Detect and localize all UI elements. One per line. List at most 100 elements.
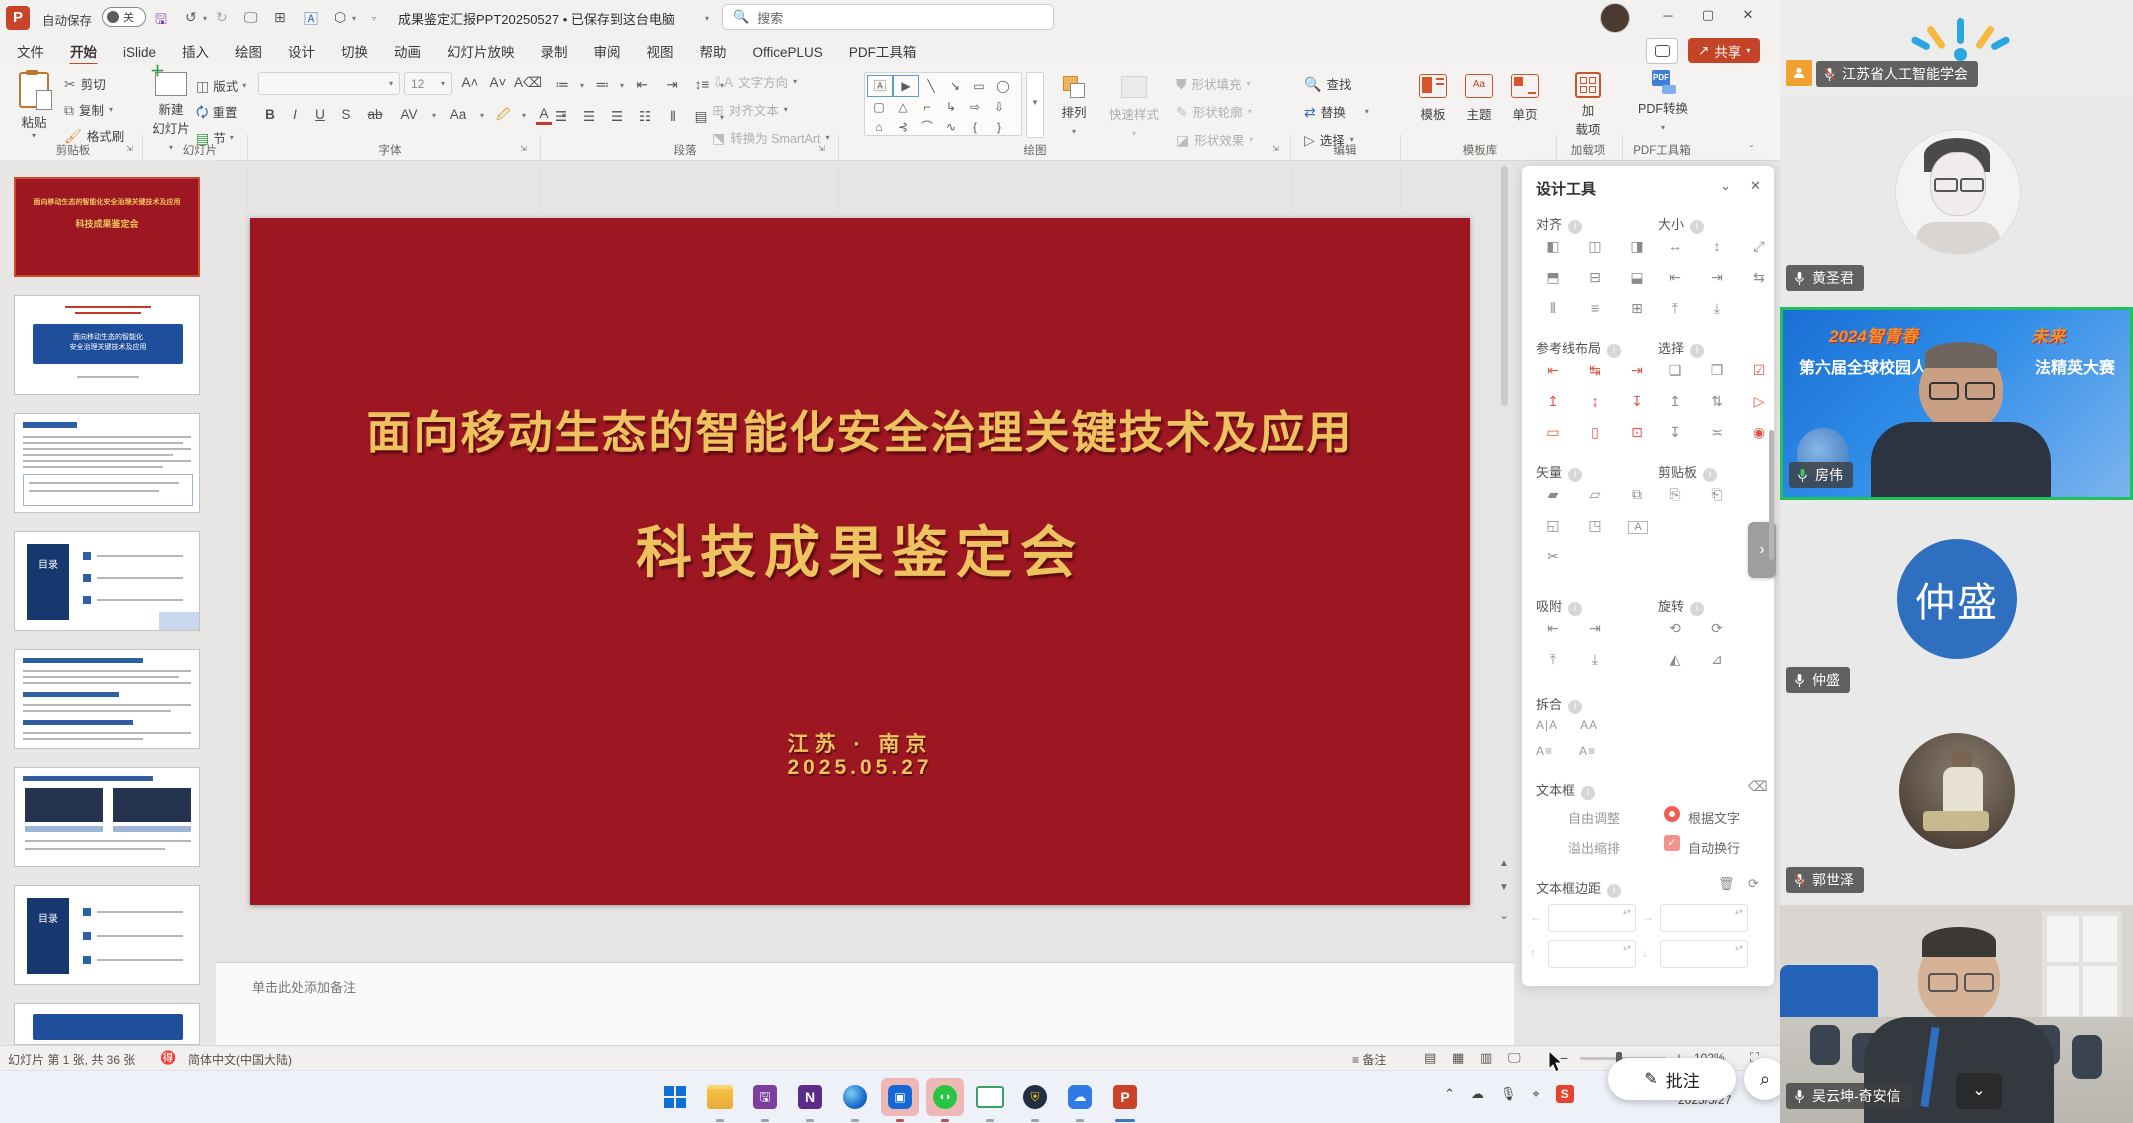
- distribute-v-icon[interactable]: ≡: [1574, 301, 1616, 315]
- arrange-button[interactable]: 排列▾: [1052, 76, 1096, 139]
- guide-right-icon[interactable]: ⇥: [1616, 363, 1658, 377]
- info-icon[interactable]: i: [1568, 220, 1582, 234]
- notes-placeholder[interactable]: 单击此处添加备注: [252, 977, 1514, 996]
- slide-thumbnail-6[interactable]: [14, 767, 200, 867]
- reading-view-icon[interactable]: ▥: [1480, 1050, 1492, 1066]
- shapes-chevron-icon[interactable]: ▾: [352, 14, 356, 23]
- panel-close-icon[interactable]: ✕: [1750, 178, 1761, 194]
- start-slideshow-icon[interactable]: 🖵: [244, 9, 258, 26]
- block-arrow-shape-icon[interactable]: ⇨: [963, 97, 987, 117]
- combine-icon[interactable]: ▱: [1574, 487, 1616, 501]
- slide-date[interactable]: 2025.05.27: [250, 756, 1470, 780]
- same-height-icon[interactable]: ↕: [1696, 239, 1738, 253]
- more-commands-icon[interactable]: ▿: [372, 14, 376, 23]
- tab-insert[interactable]: 插入: [169, 36, 222, 66]
- info-icon[interactable]: i: [1607, 884, 1621, 898]
- scribble-shape-icon[interactable]: ⊰: [891, 117, 915, 137]
- copy-button[interactable]: ⧉复制▾: [64, 100, 113, 119]
- redo-icon[interactable]: ↻: [216, 9, 228, 26]
- copy-style-icon[interactable]: ⎘: [1654, 487, 1696, 501]
- rotate-right-icon[interactable]: ⟳: [1696, 621, 1738, 635]
- slide-thumbnail-3[interactable]: [14, 413, 200, 513]
- guide-left-icon[interactable]: ⇤: [1532, 363, 1574, 377]
- merge-text-icon[interactable]: AA: [1580, 718, 1598, 732]
- elbow-arrow-shape-icon[interactable]: ↳: [939, 97, 963, 117]
- paste-button[interactable]: 粘贴 ▾: [12, 72, 56, 140]
- left-brace-shape-icon[interactable]: {: [963, 117, 987, 137]
- margin-left-input[interactable]: [1548, 904, 1636, 932]
- replace-button[interactable]: ⇄替换▾: [1304, 102, 1369, 121]
- grow-font-icon[interactable]: A˄: [458, 72, 482, 94]
- shrink-font-icon[interactable]: A˅: [486, 72, 510, 94]
- align-left-button[interactable]: ☰: [552, 106, 570, 128]
- font-dialog-launcher-icon[interactable]: ⇲: [520, 144, 527, 153]
- info-icon[interactable]: i: [1581, 786, 1595, 800]
- single-page-button[interactable]: 单页: [1504, 74, 1546, 123]
- change-case-button[interactable]: Aa: [446, 104, 470, 126]
- guide-center-v-icon[interactable]: ↨: [1574, 394, 1616, 408]
- slide-canvas[interactable]: 面向移动生态的智能化安全治理关键技术及应用 科技成果鉴定会 江苏 · 南京 20…: [250, 218, 1470, 905]
- tencent-meeting-icon[interactable]: ▣: [881, 1078, 919, 1116]
- slideshow-view-icon[interactable]: 🖵: [1508, 1050, 1521, 1066]
- stretch-top-icon[interactable]: ⤒: [1654, 301, 1696, 315]
- participant-tile[interactable]: 江苏省人工智能学会: [1780, 0, 2133, 97]
- guide-bottom-icon[interactable]: ↧: [1616, 394, 1658, 408]
- align-left-icon[interactable]: ◧: [1532, 239, 1574, 253]
- participant-tile-active[interactable]: 2024智青春 未来 第六届全球校园人 法精英大赛 房伟: [1780, 307, 2133, 500]
- select-below-icon[interactable]: ↧: [1654, 425, 1696, 439]
- align-right-button[interactable]: ☰: [608, 106, 626, 128]
- rotate-left-icon[interactable]: ⟲: [1654, 621, 1696, 635]
- shapes-gallery[interactable]: 🄰▶╲↘▭◯ ▢△⌐↳⇨⇩ ⌂⊰⌒∿{}: [864, 72, 1022, 136]
- snap-right-icon[interactable]: ⇥: [1574, 621, 1616, 635]
- slide-thumbnail-8[interactable]: [14, 1003, 200, 1045]
- tray-mic-icon[interactable]: 🎙: [1500, 1086, 1517, 1102]
- align-middle-icon[interactable]: ⊟: [1574, 270, 1616, 284]
- stretch-left-icon[interactable]: ⇤: [1654, 270, 1696, 284]
- flip-vertical-icon[interactable]: ⊿: [1696, 652, 1738, 666]
- highlight-color-button[interactable]: 🖉: [494, 104, 512, 126]
- cut-vector-icon[interactable]: ✂: [1532, 549, 1574, 563]
- more-canvas-tools-icon[interactable]: ⌄: [1499, 908, 1509, 922]
- align-center-button[interactable]: ☰: [580, 106, 598, 128]
- bullets-button[interactable]: ≔: [550, 74, 574, 96]
- tab-slideshow[interactable]: 幻灯片放映: [434, 36, 528, 66]
- trash-icon[interactable]: 🗑: [1718, 876, 1735, 892]
- theme-button[interactable]: Aa 主题: [1458, 74, 1500, 123]
- tab-review[interactable]: 审阅: [581, 36, 634, 66]
- paragraph-dialog-launcher-icon[interactable]: ⇲: [818, 144, 825, 153]
- notes-pane[interactable]: 单击此处添加备注: [216, 962, 1514, 1046]
- notes-toggle[interactable]: ≡ 备注: [1352, 1051, 1386, 1068]
- shadow-button[interactable]: S: [338, 104, 354, 126]
- rectangle-shape-icon[interactable]: ▭: [967, 76, 991, 96]
- align-right-icon[interactable]: ◨: [1616, 239, 1658, 253]
- info-icon[interactable]: i: [1568, 700, 1582, 714]
- margin-top-input[interactable]: [1548, 940, 1636, 968]
- accessibility-icon[interactable]: 🉐: [160, 1050, 176, 1066]
- info-icon[interactable]: i: [1703, 468, 1717, 482]
- decrease-indent-button[interactable]: ⇤: [630, 74, 654, 96]
- by-text-radio[interactable]: [1664, 806, 1680, 822]
- info-icon[interactable]: i: [1607, 344, 1621, 358]
- select-group-icon[interactable]: ❏: [1654, 363, 1696, 377]
- freeform-shape-icon[interactable]: ⌂: [867, 117, 891, 137]
- file-explorer-icon[interactable]: [701, 1078, 739, 1116]
- wps-icon[interactable]: 🖫: [746, 1078, 784, 1116]
- collapse-video-chevron-button[interactable]: ⌄: [1956, 1073, 2002, 1109]
- clear-formatting-icon[interactable]: A⌫: [514, 72, 538, 94]
- slide-subtitle[interactable]: 科技成果鉴定会: [250, 508, 1470, 589]
- subtract-icon[interactable]: ◳: [1574, 518, 1616, 532]
- addins-button[interactable]: 加 载项: [1566, 72, 1610, 138]
- auto-wrap-checkbox[interactable]: ✓: [1664, 835, 1680, 851]
- numbering-button[interactable]: ≕: [590, 74, 614, 96]
- arc-shape-icon[interactable]: ⌒: [915, 117, 939, 137]
- right-brace-shape-icon[interactable]: }: [987, 117, 1011, 137]
- text-columns-button[interactable]: ▤: [692, 106, 710, 128]
- sogou-input-icon[interactable]: S: [1556, 1085, 1574, 1103]
- text-direction-button[interactable]: ⇩A文字方向▾: [712, 72, 797, 91]
- account-avatar[interactable]: [1600, 3, 1630, 33]
- shape-outline-button[interactable]: ✎形状轮廓▾: [1176, 102, 1252, 121]
- tab-file[interactable]: 文件: [4, 36, 57, 66]
- close-button[interactable]: ✕: [1728, 0, 1768, 30]
- margin-bottom-input[interactable]: [1660, 940, 1748, 968]
- title-chevron-icon[interactable]: ▾: [705, 14, 709, 23]
